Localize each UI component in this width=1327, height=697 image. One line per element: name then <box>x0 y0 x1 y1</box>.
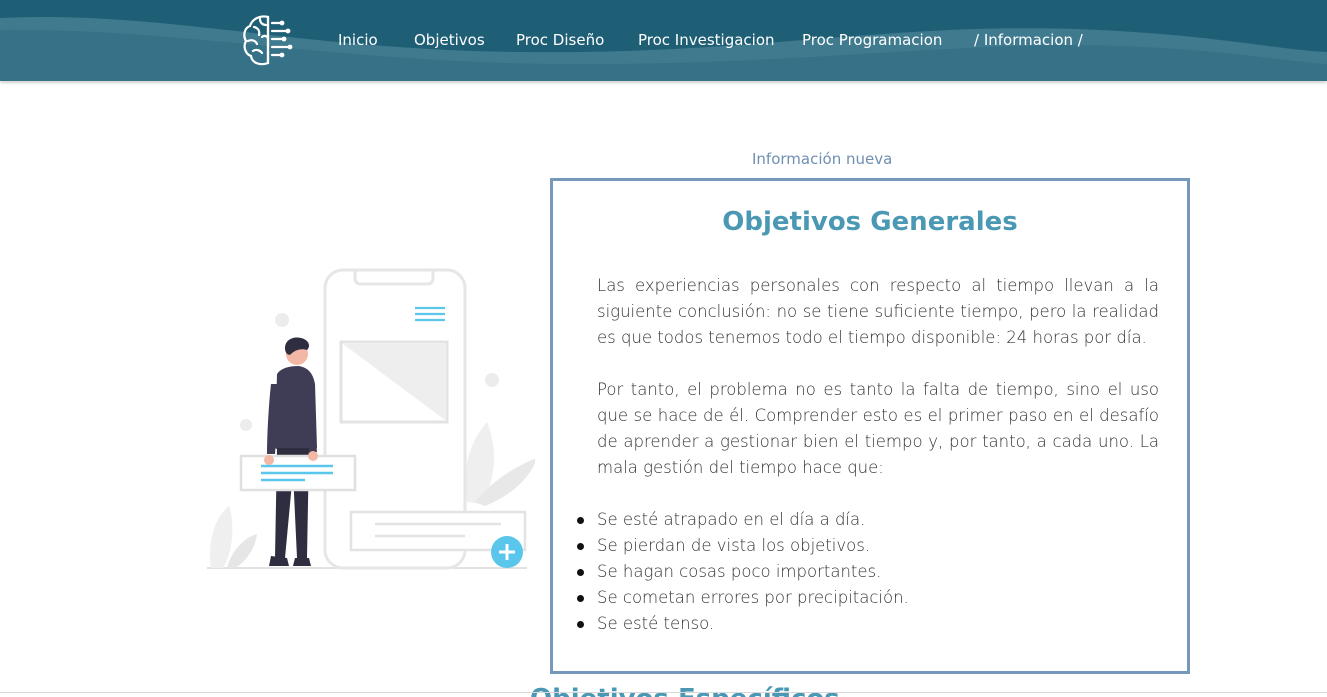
next-section-title: Objetivos Específicos <box>530 684 840 697</box>
list-item: Se esté tenso. <box>577 611 1159 637</box>
person-phone-illustration <box>205 262 537 576</box>
bullet-list: Se esté atrapado en el día a día. Se pie… <box>577 507 1159 637</box>
list-item: Se hagan cosas poco importantes. <box>577 559 1159 585</box>
list-item: Se esté atrapado en el día a día. <box>577 507 1159 533</box>
card-paragraph: Las experiencias personales con respecto… <box>597 276 1159 347</box>
page: Inicio Objetivos Proc Diseño Proc Invest… <box>0 0 1327 697</box>
nav-proc-diseno[interactable]: Proc Diseño <box>516 31 604 49</box>
brain-logo-icon[interactable] <box>240 11 298 69</box>
card-title: Objetivos Generales <box>722 207 1018 237</box>
divider <box>0 692 1327 693</box>
site-header: Inicio Objetivos Proc Diseño Proc Invest… <box>0 0 1327 81</box>
list-item: Se cometan errores por precipitación. <box>577 585 1159 611</box>
nav-objetivos[interactable]: Objetivos <box>414 31 485 49</box>
nav-proc-investigacion[interactable]: Proc Investigacion <box>638 31 775 49</box>
card-paragraph: Por tanto, el problema no es tanto la fa… <box>597 380 1159 477</box>
list-item: Se pierdan de vista los objetivos. <box>577 533 1159 559</box>
nav-inicio[interactable]: Inicio <box>338 31 378 49</box>
section-label: Información nueva <box>752 150 893 168</box>
nav-informacion[interactable]: / Informacion / <box>974 31 1083 49</box>
objectives-card: Objetivos Generales Las experiencias per… <box>550 178 1190 674</box>
nav-proc-programacion[interactable]: Proc Programacion <box>802 31 942 49</box>
card-body: Las experiencias personales con respecto… <box>577 273 1159 637</box>
